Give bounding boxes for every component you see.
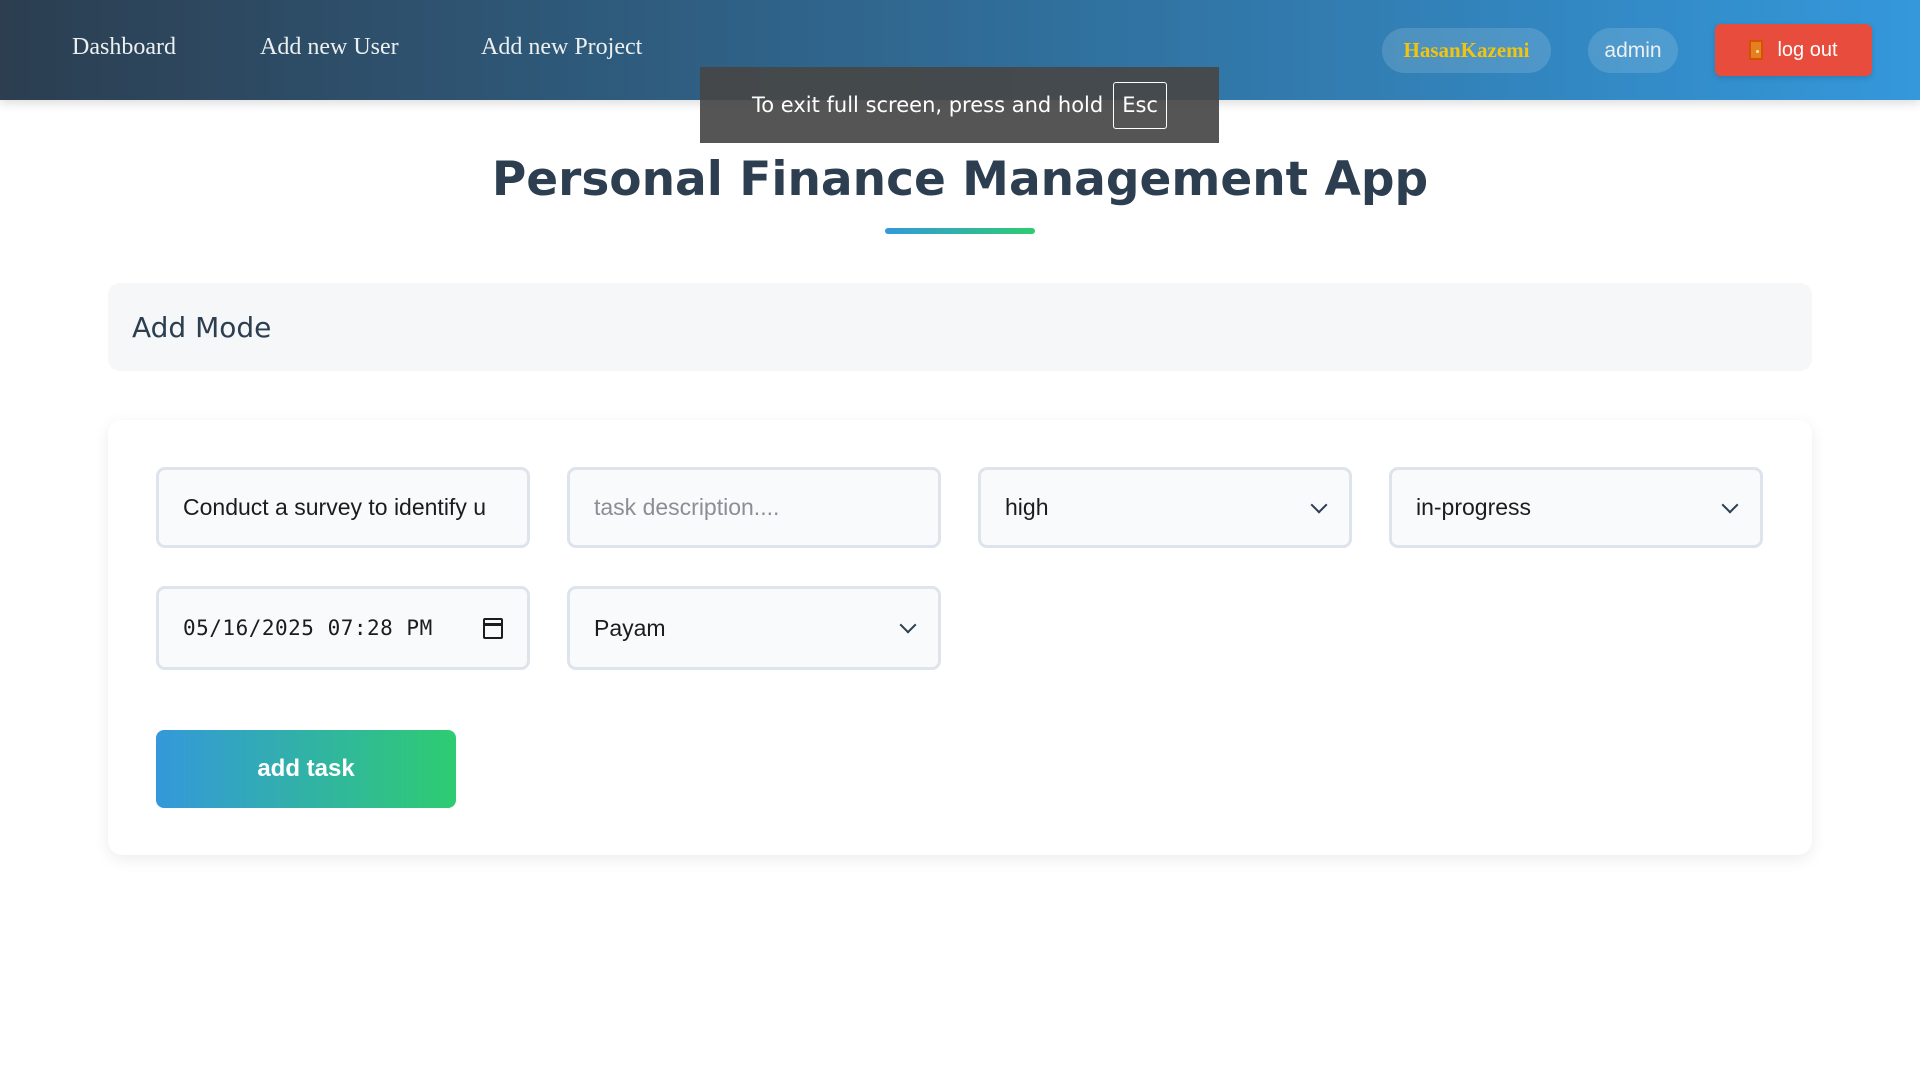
task-description-placeholder: task description.... [594, 494, 780, 520]
role-badge: admin [1588, 28, 1678, 73]
logout-label: log out [1777, 38, 1838, 61]
page-title: Personal Finance Management App [491, 152, 1429, 207]
fullscreen-notice-text: To exit full screen, press and hold [752, 93, 1104, 117]
nav-link-dashboard[interactable]: Dashboard [72, 34, 176, 61]
due-datetime-value: 05/16/2025 07:28 PM [183, 616, 433, 640]
chevron-down-icon [1310, 496, 1328, 513]
task-title-value: Conduct a survey to identify u [183, 494, 486, 520]
priority-value: high [1005, 494, 1049, 520]
due-datetime-input[interactable]: 05/16/2025 07:28 PM [156, 586, 530, 670]
esc-key-hint: Esc [1113, 81, 1167, 129]
status-select[interactable]: in-progress [1389, 467, 1763, 548]
assignee-value: Payam [594, 614, 666, 641]
chevron-down-icon [1721, 496, 1739, 513]
door-icon [1749, 40, 1764, 60]
nav-link-add-user[interactable]: Add new User [260, 34, 399, 61]
task-description-input[interactable]: task description.... [567, 467, 941, 548]
mode-header-panel: Add Mode [108, 283, 1812, 371]
status-value: in-progress [1416, 494, 1532, 520]
title-underline [885, 228, 1035, 234]
nav-link-add-project[interactable]: Add new Project [481, 34, 642, 61]
calendar-icon[interactable] [483, 617, 503, 639]
fullscreen-exit-notice: To exit full screen, press and hold Esc [700, 67, 1219, 143]
task-title-input[interactable]: Conduct a survey to identify u [156, 467, 530, 548]
assignee-select[interactable]: Payam [567, 586, 941, 670]
add-task-button[interactable]: add task [156, 730, 456, 808]
mode-title: Add Mode [132, 311, 272, 344]
username-badge: HasanKazemi [1382, 28, 1551, 73]
chevron-down-icon [899, 616, 917, 634]
logout-button[interactable]: log out [1715, 24, 1872, 76]
priority-select[interactable]: high [978, 467, 1352, 548]
